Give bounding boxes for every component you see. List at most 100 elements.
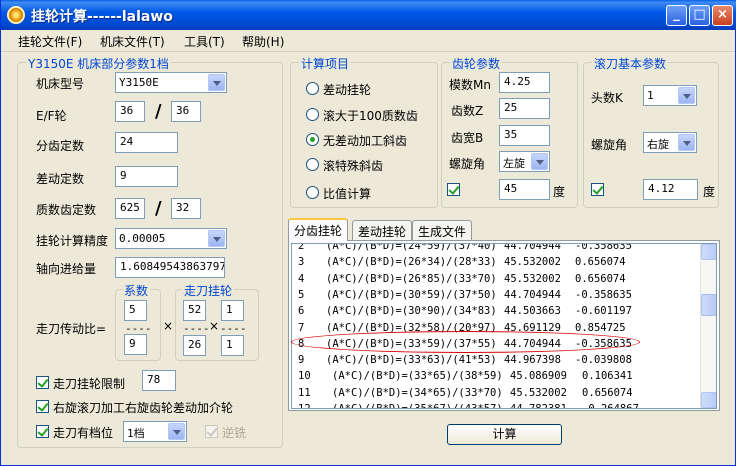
list-item[interactable]: 5 (A*C)/(B*D)=(30*59)/(37*50) 44.704944 -0.… <box>292 287 702 304</box>
gear-helix-angle-input[interactable]: 45 <box>499 179 550 200</box>
menu-tools[interactable]: 工具(T) <box>184 33 225 50</box>
list-item[interactable]: 2 (A*C)/(B*D)=(24*59)/(37*40) 44.704944 -0.… <box>292 243 702 255</box>
result-formula: (A*C)/(B*D)=(33*65)/(38*59) <box>332 370 503 383</box>
face-width-input[interactable]: 35 <box>499 125 550 146</box>
feed-limit-input[interactable]: 78 <box>142 370 176 391</box>
result-no: 6 <box>298 305 305 318</box>
div-const-label: 分齿定数 <box>36 139 85 153</box>
list-item[interactable]: 10 (A*C)/(B*D)=(33*65)/(38*59) 45.086909 0.… <box>292 368 702 385</box>
gear-helix-checkbox[interactable] <box>447 183 460 196</box>
scroll-up-button[interactable] <box>701 244 716 260</box>
chevron-down-icon[interactable] <box>208 230 225 247</box>
feed-gear-a-input[interactable]: 52 <box>183 300 206 321</box>
gear-helix-dir-select[interactable]: 左旋 <box>499 151 550 172</box>
tab-division-gears[interactable]: 分齿挂轮 <box>288 218 349 241</box>
scroll-down-button[interactable] <box>701 392 716 408</box>
radio-ratio[interactable] <box>306 186 319 199</box>
coef-bottom-input[interactable]: 9 <box>124 334 147 355</box>
feed-input[interactable]: 1.60849543863797 <box>115 257 225 278</box>
f-gear-input[interactable]: 36 <box>171 101 201 122</box>
chevron-down-icon[interactable] <box>208 74 225 91</box>
list-item[interactable]: 6 (A*C)/(B*D)=(30*90)/(34*83) 44.503663 -0.… <box>292 303 702 320</box>
list-item[interactable]: 8 (A*C)/(B*D)=(33*59)/(37*55) 44.704944 -0.… <box>292 336 702 353</box>
result-value: 44.704944 <box>504 337 561 350</box>
calculate-button[interactable]: 计算 <box>447 424 562 445</box>
slash-divider: / <box>155 198 162 219</box>
result-formula: (A*C)/(B*D)=(30*90)/(34*83) <box>326 305 497 318</box>
result-formula: (A*C)/(B*D)=(33*63)/(41*53) <box>326 354 497 367</box>
list-item[interactable]: 3 (A*C)/(B*D)=(26*34)/(28*33) 45.532002 0.6… <box>292 254 702 271</box>
radio-differential[interactable] <box>306 82 319 95</box>
model-select[interactable]: Y3150E <box>115 72 227 93</box>
result-value: 44.967398 <box>504 354 561 367</box>
div-const-input[interactable]: 24 <box>115 132 178 153</box>
gear-params-title: 齿轮参数 <box>450 55 503 72</box>
result-error: 0.854725 <box>575 321 626 334</box>
coef-top-input[interactable]: 5 <box>124 300 147 321</box>
list-item[interactable]: 4 (A*C)/(B*D)=(26*85)/(33*70) 45.532002 0.6… <box>292 271 702 288</box>
machine-params-title: Y3150E 机床部分参数1档 <box>26 55 171 72</box>
result-error: -0.039808 <box>575 354 632 367</box>
feed-gear-title: 走刀挂轮 <box>182 282 235 299</box>
result-value: 44.503663 <box>504 305 561 318</box>
list-item[interactable]: 12 (A*C)/(B*D)=(35*67)/(43*57) 44.782381 -0… <box>292 401 702 408</box>
gear-position-checkbox[interactable] <box>36 425 49 438</box>
chevron-down-icon[interactable] <box>678 134 695 151</box>
close-button[interactable]: × <box>712 5 733 26</box>
title-bar[interactable]: 挂轮计算------lalawo _ □ × <box>1 0 736 30</box>
feed-gear-d-input[interactable]: 1 <box>221 335 244 356</box>
precision-select[interactable]: 0.00005 <box>115 228 227 249</box>
result-error: -0.358635 <box>575 288 632 301</box>
result-error: 0.106341 <box>582 370 633 383</box>
list-item[interactable]: 7 (A*C)/(B*D)=(32*58)/(20*97) 45.691129 0.8… <box>292 320 702 337</box>
hob-helix-label: 螺旋角 <box>591 138 628 152</box>
tab-generate-file[interactable]: 生成文件 <box>412 220 473 240</box>
result-value: 44.704944 <box>504 288 561 301</box>
list-item[interactable]: 9 (A*C)/(B*D)=(33*63)/(41*53) 44.967398 -0.… <box>292 352 702 369</box>
radio-ratio-label: 比值计算 <box>323 187 372 201</box>
result-error: -0.358635 <box>575 243 632 252</box>
degree-unit: 度 <box>703 185 716 199</box>
result-no: 11 <box>298 386 311 399</box>
list-item[interactable]: 11 (A*C)/(B*D)=(34*65)/(33*70) 45.532002 0.… <box>292 385 702 402</box>
e-gear-input[interactable]: 36 <box>115 101 145 122</box>
menu-gear-file[interactable]: 挂轮文件(F) <box>18 33 82 50</box>
hob-starts-select[interactable]: 1 <box>643 85 697 106</box>
radio-special-helical[interactable] <box>306 158 319 171</box>
multiply-sign: × <box>209 319 220 333</box>
result-formula: (A*C)/(B*D)=(24*59)/(37*40) <box>326 243 497 252</box>
model-label: 机床型号 <box>36 77 85 91</box>
feed-gear-c-input[interactable]: 26 <box>183 335 206 356</box>
module-input[interactable]: 4.25 <box>499 72 550 93</box>
hob-helix-angle-input[interactable]: 4.12 <box>643 179 698 200</box>
maximize-button[interactable]: □ <box>689 5 710 26</box>
vertical-scrollbar[interactable] <box>700 244 716 408</box>
ef-label: E/F轮 <box>36 109 67 123</box>
tab-differential-gears[interactable]: 差动挂轮 <box>352 220 413 240</box>
feed-gear-b-input[interactable]: 1 <box>221 300 244 321</box>
right-hob-checkbox[interactable] <box>36 400 49 413</box>
hob-helix-dir-select[interactable]: 右旋 <box>643 132 697 153</box>
chevron-down-icon[interactable] <box>168 423 185 440</box>
minimize-button[interactable]: _ <box>666 5 687 26</box>
feed-ratio-label: 走刀传动比= <box>36 322 107 336</box>
prime-const-a-input[interactable]: 625 <box>115 198 145 219</box>
chevron-down-icon[interactable] <box>531 153 548 170</box>
radio-large-prime[interactable] <box>306 108 319 121</box>
teeth-input[interactable]: 25 <box>499 98 550 119</box>
hob-helix-checkbox[interactable] <box>591 183 604 196</box>
diff-const-label: 差动定数 <box>36 172 85 186</box>
menu-machine-file[interactable]: 机床文件(T) <box>100 33 165 50</box>
menu-help[interactable]: 帮助(H) <box>242 33 284 50</box>
feed-limit-checkbox[interactable] <box>36 376 49 389</box>
radio-no-diff-helical[interactable] <box>306 133 319 146</box>
diff-const-input[interactable]: 9 <box>115 166 178 187</box>
hob-starts-label: 头数K <box>591 91 623 105</box>
gear-position-select[interactable]: 1档 <box>123 421 187 442</box>
results-list[interactable]: 2 (A*C)/(B*D)=(24*59)/(37*40) 44.704944 -0.… <box>291 243 717 409</box>
main-window: 挂轮计算------lalawo _ □ × 挂轮文件(F) 机床文件(T) 工… <box>0 0 736 466</box>
chevron-down-icon[interactable] <box>678 87 695 104</box>
prime-const-b-input[interactable]: 32 <box>171 198 201 219</box>
result-formula: (A*C)/(B*D)=(32*58)/(20*97) <box>326 321 497 334</box>
scroll-thumb[interactable] <box>701 294 716 316</box>
